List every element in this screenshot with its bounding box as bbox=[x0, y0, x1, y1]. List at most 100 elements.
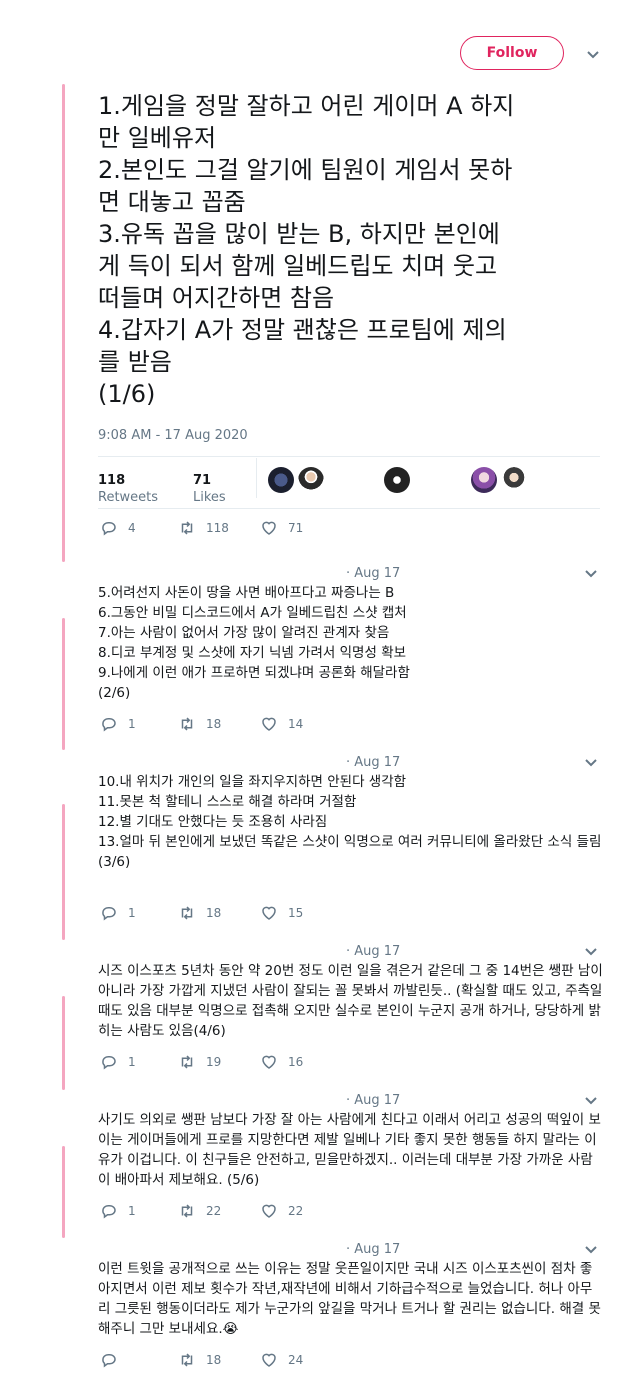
avatar[interactable] bbox=[471, 467, 497, 493]
like-button[interactable]: 22 bbox=[260, 1202, 303, 1220]
retweet-count: 18 bbox=[206, 906, 222, 920]
reply-count: 1 bbox=[128, 717, 136, 731]
like-button[interactable]: 15 bbox=[260, 904, 303, 922]
reply-button[interactable]: 1 bbox=[100, 715, 136, 733]
tweet-line: 3.유독 꼽을 많이 받는 B, 하지만 본인에 게 득이 되서 함께 일베드립… bbox=[98, 220, 500, 312]
divider bbox=[98, 456, 600, 457]
reply-date[interactable]: · Aug 17 bbox=[346, 755, 400, 770]
retweet-button[interactable]: 18 bbox=[178, 1351, 221, 1369]
heart-icon bbox=[262, 521, 276, 535]
avatar[interactable] bbox=[384, 467, 410, 493]
tweet-line: 1.게임을 정말 잘하고 어린 게이머 A 하지 만 일베유저 bbox=[98, 92, 515, 152]
thread-line bbox=[62, 804, 65, 940]
reply-icon bbox=[102, 1205, 116, 1219]
chevron-down-icon[interactable] bbox=[584, 569, 598, 579]
like-count: 16 bbox=[288, 1055, 304, 1069]
reply-date[interactable]: · Aug 17 bbox=[346, 566, 400, 581]
avatar[interactable] bbox=[298, 467, 324, 493]
tweet-actions: 1 19 16 bbox=[100, 1053, 360, 1071]
reply-button[interactable]: 1 bbox=[100, 1053, 136, 1071]
reply-line: (2/6) bbox=[98, 685, 131, 701]
reply-line: 11.못본 척 할테니 스스로 해결 하라며 거절함 bbox=[98, 794, 357, 810]
reply-line: 사기도 의외로 쌩판 남보다 가장 잘 아는 사람에게 친다고 이래서 어리고 … bbox=[98, 1112, 601, 1188]
thread-line bbox=[62, 84, 65, 562]
tweet-actions: 1 18 14 bbox=[100, 715, 360, 733]
retweet-count: 22 bbox=[206, 1204, 222, 1218]
avatar[interactable] bbox=[268, 467, 294, 493]
tweet-line: 2.본인도 그걸 알기에 팀원이 게임서 못하 면 대놓고 꼽줌 bbox=[98, 156, 513, 216]
heart-icon bbox=[262, 1204, 276, 1218]
chevron-down-icon[interactable] bbox=[584, 1096, 598, 1106]
heart-icon bbox=[262, 717, 276, 731]
like-button[interactable]: 24 bbox=[260, 1351, 303, 1369]
divider bbox=[98, 508, 600, 509]
thread-line bbox=[62, 1146, 65, 1238]
like-button[interactable]: 14 bbox=[260, 715, 303, 733]
retweet-button[interactable]: 18 bbox=[178, 904, 221, 922]
reply-text: 사기도 의외로 쌩판 남보다 가장 잘 아는 사람에게 친다고 이래서 어리고 … bbox=[98, 1110, 603, 1190]
retweet-count: 18 bbox=[206, 717, 222, 731]
retweet-button[interactable]: 118 bbox=[178, 519, 229, 537]
reply-line: 이런 트윗을 공개적으로 쓰는 이유는 정말 웃픈일이지만 국내 시즈 이스포츠… bbox=[98, 1261, 601, 1337]
reply-icon bbox=[102, 718, 116, 732]
reply-button[interactable]: 4 bbox=[100, 519, 136, 537]
reply-button[interactable]: 1 bbox=[100, 904, 136, 922]
reply-icon bbox=[102, 522, 116, 536]
retweet-icon bbox=[181, 521, 193, 535]
like-count: 71 bbox=[288, 521, 304, 535]
reply-icon bbox=[102, 1354, 116, 1368]
reply-date[interactable]: · Aug 17 bbox=[346, 1093, 400, 1108]
reply-line: 13.얼마 뒤 본인에게 보냈던 똑같은 스샷이 익명으로 여러 커뮤니티에 올… bbox=[98, 834, 602, 850]
like-count: 15 bbox=[288, 906, 304, 920]
retweets-count: 118 bbox=[98, 473, 126, 488]
retweet-icon bbox=[181, 906, 193, 920]
reply-text: 5.어려선지 사돈이 땅을 사면 배아프다고 짜증나는 B 6.그동안 비밀 디… bbox=[98, 583, 603, 703]
like-count: 22 bbox=[288, 1204, 304, 1218]
reply-line: 10.내 위치가 개인의 일을 좌지우지하면 안된다 생각함 bbox=[98, 774, 407, 790]
chevron-down-icon[interactable] bbox=[584, 758, 598, 768]
retweet-button[interactable]: 18 bbox=[178, 715, 221, 733]
like-count: 14 bbox=[288, 717, 304, 731]
reply-button[interactable] bbox=[100, 1351, 128, 1369]
chevron-down-icon[interactable] bbox=[586, 50, 600, 60]
reply-button[interactable]: 1 bbox=[100, 1202, 136, 1220]
reply-count: 1 bbox=[128, 906, 136, 920]
reply-line: 5.어려선지 사돈이 땅을 사면 배아프다고 짜증나는 B bbox=[98, 585, 395, 601]
reply-text: 10.내 위치가 개인의 일을 좌지우지하면 안된다 생각함 11.못본 척 할… bbox=[98, 772, 603, 872]
avatar[interactable] bbox=[501, 467, 527, 493]
reply-count: 1 bbox=[128, 1204, 136, 1218]
reply-text: 시즈 이스포츠 5년차 동안 약 20번 정도 이런 일을 겪은거 같은데 그 … bbox=[98, 961, 603, 1041]
likes-label: Likes bbox=[193, 490, 226, 505]
heart-icon bbox=[262, 1055, 276, 1069]
reply-line: 8.디코 부계정 및 스샷에 자기 닉넴 가려서 익명성 확보 bbox=[98, 645, 407, 661]
reply-line: 시즈 이스포츠 5년차 동안 약 20번 정도 이런 일을 겪은거 같은데 그 … bbox=[98, 963, 603, 1039]
reply-icon bbox=[102, 907, 116, 921]
tweet-line: (1/6) bbox=[98, 380, 156, 408]
tweet-timestamp[interactable]: 9:08 AM - 17 Aug 2020 bbox=[98, 428, 248, 443]
retweet-button[interactable]: 19 bbox=[178, 1053, 221, 1071]
retweet-count: 19 bbox=[206, 1055, 222, 1069]
chevron-down-icon[interactable] bbox=[584, 947, 598, 957]
like-button[interactable]: 16 bbox=[260, 1053, 303, 1071]
retweet-button[interactable]: 22 bbox=[178, 1202, 221, 1220]
reply-date[interactable]: · Aug 17 bbox=[346, 1242, 400, 1257]
tweet-line: 4.갑자기 A가 정말 괜찮은 프로팀에 제의 를 받음 bbox=[98, 316, 507, 376]
reply-line: 6.그동안 비밀 디스코드에서 A가 일베드립친 스샷 캡처 bbox=[98, 605, 407, 621]
thread-line bbox=[62, 618, 65, 750]
reply-line: 12.별 기대도 안했다는 듯 조용히 사라짐 bbox=[98, 814, 328, 830]
tweet-actions: 18 24 bbox=[100, 1351, 360, 1369]
likes-count: 71 bbox=[193, 473, 212, 488]
reply-count: 4 bbox=[128, 521, 136, 535]
reply-count: 1 bbox=[128, 1055, 136, 1069]
retweet-icon bbox=[181, 1204, 193, 1218]
tweet-actions: 4 118 71 bbox=[100, 519, 360, 537]
heart-icon bbox=[262, 1353, 276, 1367]
retweets-stat[interactable]: 118 Retweets bbox=[98, 473, 158, 505]
likes-stat[interactable]: 71 Likes bbox=[193, 473, 226, 505]
follow-button[interactable]: Follow bbox=[460, 36, 564, 70]
like-button[interactable]: 71 bbox=[260, 519, 303, 537]
reply-date[interactable]: · Aug 17 bbox=[346, 944, 400, 959]
retweet-icon bbox=[181, 1353, 193, 1367]
like-count: 24 bbox=[288, 1353, 304, 1367]
chevron-down-icon[interactable] bbox=[584, 1245, 598, 1255]
